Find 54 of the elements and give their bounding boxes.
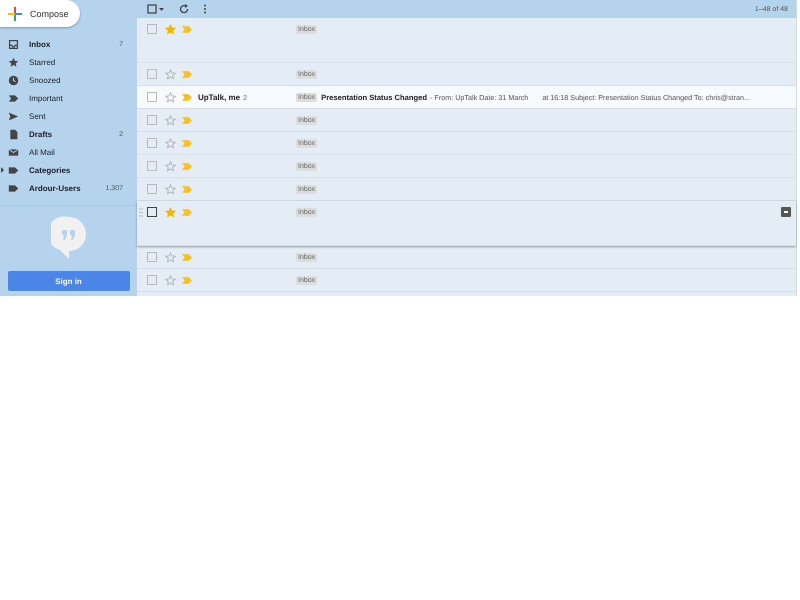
- clock-icon: [8, 74, 19, 86]
- sidebar-item[interactable]: Sent: [0, 107, 137, 125]
- mail-icon: [8, 146, 19, 158]
- quote-bubble-icon: [50, 216, 86, 260]
- refresh-icon[interactable]: [179, 4, 189, 14]
- sidebar-item[interactable]: All Mail: [0, 143, 137, 161]
- inbox-icon: [8, 38, 19, 50]
- checkbox[interactable]: [147, 138, 157, 148]
- star-icon[interactable]: [165, 114, 176, 126]
- important-icon: [8, 92, 19, 104]
- star-icon[interactable]: [165, 274, 176, 286]
- importance-marker-icon[interactable]: [182, 276, 192, 284]
- importance-marker-icon[interactable]: [182, 92, 192, 102]
- sent-icon: [8, 110, 19, 122]
- star-icon[interactable]: [165, 184, 176, 194]
- star-icon[interactable]: [165, 92, 176, 102]
- sidebar-item[interactable]: Important: [0, 89, 137, 107]
- checkbox[interactable]: [147, 24, 157, 34]
- checkbox[interactable]: [147, 275, 157, 285]
- checkbox[interactable]: [147, 92, 157, 102]
- archive-icon[interactable]: [781, 207, 791, 217]
- importance-marker-icon[interactable]: [182, 162, 192, 170]
- importance-marker-icon[interactable]: [182, 138, 192, 148]
- compose-button[interactable]: Compose: [0, 0, 80, 27]
- importance-marker-icon[interactable]: [182, 116, 192, 124]
- draft-icon: [8, 128, 19, 140]
- checkbox[interactable]: [147, 252, 157, 262]
- star-icon[interactable]: [165, 206, 176, 218]
- importance-marker-icon[interactable]: [182, 184, 192, 194]
- star-icon[interactable]: [165, 24, 176, 34]
- more-icon[interactable]: [203, 4, 207, 14]
- sidebar-item[interactable]: Snoozed: [0, 71, 137, 89]
- star-icon[interactable]: [165, 160, 176, 172]
- star-icon: [8, 56, 19, 68]
- label-icon: [8, 182, 19, 194]
- caret-icon[interactable]: [1, 167, 4, 173]
- importance-marker-icon[interactable]: [182, 208, 192, 216]
- sidebar-item[interactable]: Categories: [0, 161, 137, 179]
- checkbox[interactable]: [147, 115, 157, 125]
- sign-in-button[interactable]: Sign in: [8, 271, 130, 291]
- label-icon: [8, 164, 19, 176]
- sidebar-item[interactable]: Starred: [0, 53, 137, 71]
- checkbox[interactable]: [147, 69, 157, 79]
- checkbox[interactable]: [147, 184, 157, 194]
- checkbox[interactable]: [147, 161, 157, 171]
- checkbox[interactable]: [147, 207, 157, 217]
- importance-marker-icon[interactable]: [182, 70, 192, 78]
- star-icon[interactable]: [165, 252, 176, 262]
- select-checkbox-icon[interactable]: [147, 4, 165, 14]
- importance-marker-icon[interactable]: [182, 24, 192, 34]
- star-icon[interactable]: [165, 138, 176, 148]
- star-icon[interactable]: [165, 68, 176, 80]
- plus-icon: [8, 6, 22, 20]
- importance-marker-icon[interactable]: [182, 252, 192, 262]
